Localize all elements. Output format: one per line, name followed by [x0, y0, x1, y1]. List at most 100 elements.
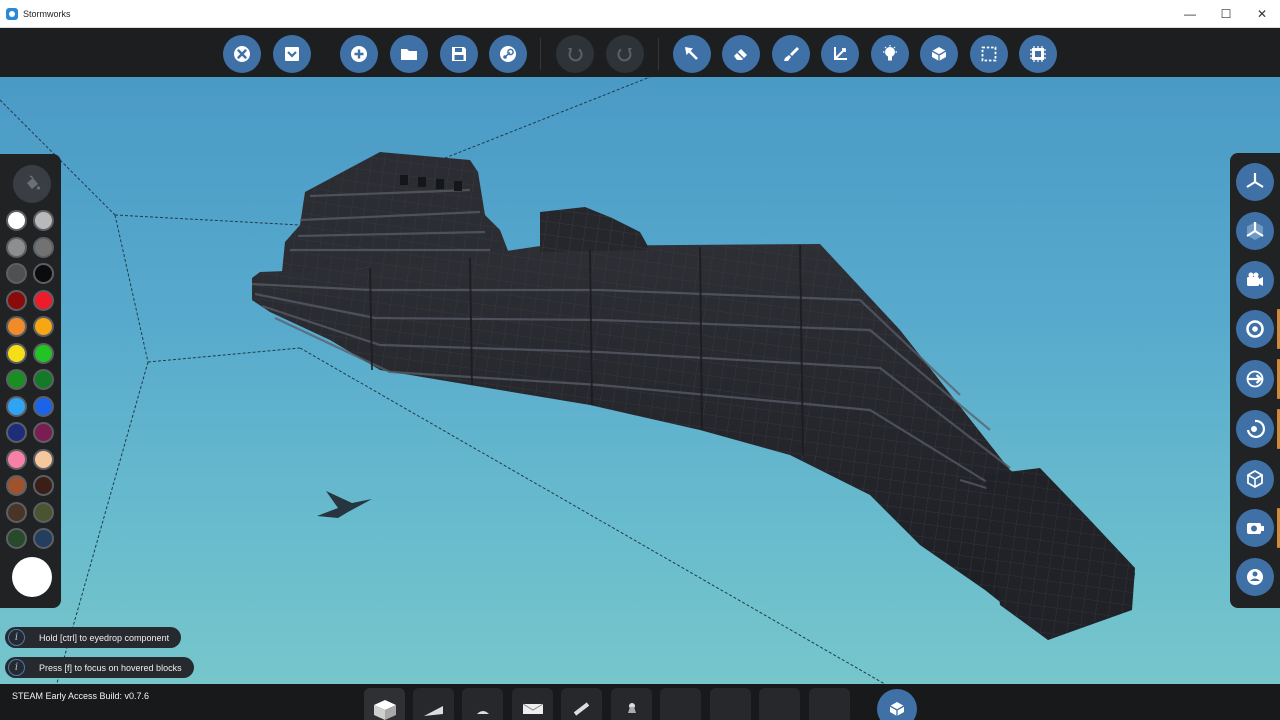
seagull-shape: [317, 491, 372, 518]
component-browser-button[interactable]: [877, 689, 917, 720]
inventory-slot-panel[interactable]: [512, 688, 553, 720]
color-swatch[interactable]: [6, 263, 27, 284]
color-swatch[interactable]: [33, 369, 54, 390]
vehicle-scene: [0, 77, 1135, 684]
color-swatch[interactable]: [6, 448, 27, 470]
paint-bucket-button[interactable]: [13, 165, 51, 203]
open-vehicle-button[interactable]: [390, 35, 428, 73]
color-swatch[interactable]: [33, 210, 54, 231]
inventory-slot-connector[interactable]: [611, 688, 652, 720]
color-swatch[interactable]: [6, 475, 27, 496]
stormworks-app-icon: [6, 7, 18, 20]
minimize-button[interactable]: —: [1172, 0, 1208, 28]
inventory-slot-empty[interactable]: [710, 688, 751, 720]
color-swatch[interactable]: [6, 369, 27, 390]
color-swatch[interactable]: [33, 475, 54, 496]
microcontroller-button[interactable]: [1019, 35, 1057, 73]
tri-axis-solid-icon: [1246, 222, 1264, 240]
maximize-button[interactable]: ☐: [1208, 0, 1244, 28]
window-title: Stormworks: [23, 8, 71, 19]
color-swatch[interactable]: [33, 236, 54, 258]
color-swatch[interactable]: [33, 342, 54, 364]
selection-box-button[interactable]: [970, 35, 1008, 73]
x-circle-icon: [234, 46, 250, 62]
eraser-icon: [734, 49, 747, 60]
undo-icon: [568, 48, 583, 62]
build-version-label: STEAM Early Access Build: v0.7.6: [12, 691, 150, 701]
hint-text: Hold [ctrl] to eyedrop component: [39, 632, 170, 643]
color-swatch[interactable]: [33, 263, 54, 284]
camera-gear-icon: [1247, 523, 1264, 534]
view-axes-button[interactable]: [1236, 163, 1274, 201]
move-tool-button[interactable]: [821, 35, 859, 73]
color-swatch[interactable]: [33, 316, 54, 337]
color-swatch[interactable]: [6, 342, 27, 364]
color-swatch[interactable]: [33, 448, 54, 470]
inventory-slot-empty[interactable]: [660, 688, 701, 720]
paint-tool-button[interactable]: [772, 35, 810, 73]
color-swatch[interactable]: [6, 395, 27, 417]
block-view-button[interactable]: [1236, 460, 1274, 498]
eraser-tool-button[interactable]: [722, 35, 760, 73]
color-swatch[interactable]: [6, 528, 27, 549]
select-tool-button[interactable]: [673, 35, 711, 73]
steam-workshop-button[interactable]: [489, 35, 527, 73]
color-swatch[interactable]: [6, 210, 27, 231]
lightbulb-icon: [883, 45, 897, 61]
logic-view-button[interactable]: [920, 35, 958, 73]
save-to-workbench-button[interactable]: [273, 35, 311, 73]
info-icon: i: [8, 659, 25, 676]
color-swatch[interactable]: [33, 501, 54, 523]
toolbar-separator: [540, 38, 541, 70]
camera-settings-button[interactable]: [1236, 509, 1274, 547]
window-titlebar: Stormworks — ☐ ✕: [0, 0, 1280, 28]
thrust-vector-button[interactable]: [1236, 360, 1274, 398]
inventory-slot-pipe[interactable]: [561, 688, 602, 720]
connector-icon: [627, 703, 636, 713]
block-icon: [373, 700, 396, 720]
inventory-slot-block[interactable]: [364, 688, 405, 720]
color-palette: [0, 154, 61, 608]
redo-button[interactable]: [606, 35, 644, 73]
inventory-slot-wedge[interactable]: [413, 688, 454, 720]
color-swatch[interactable]: [6, 316, 27, 337]
color-swatch[interactable]: [6, 422, 27, 443]
undo-button[interactable]: [556, 35, 594, 73]
top-toolbar: [0, 28, 1280, 77]
center-of-mass-button[interactable]: [1236, 310, 1274, 348]
camera-button[interactable]: [1236, 261, 1274, 299]
hint-focus: i Press [f] to focus on hovered blocks: [5, 657, 194, 678]
close-editor-button[interactable]: [223, 35, 261, 73]
rotate-icon: [1246, 419, 1266, 439]
save-vehicle-button[interactable]: [440, 35, 478, 73]
color-swatch[interactable]: [33, 395, 54, 417]
axes-icon: [834, 47, 847, 60]
close-window-button[interactable]: ✕: [1244, 0, 1280, 28]
color-swatch[interactable]: [6, 289, 27, 311]
color-swatch[interactable]: [33, 289, 54, 311]
xray-button[interactable]: [1236, 558, 1274, 596]
color-swatch[interactable]: [6, 501, 27, 523]
lighting-button[interactable]: [871, 35, 909, 73]
chip-icon: [1030, 46, 1046, 62]
view-axes-solid-button[interactable]: [1236, 212, 1274, 250]
color-swatch[interactable]: [33, 422, 54, 443]
color-swatch[interactable]: [6, 236, 27, 258]
inventory-slot-empty[interactable]: [759, 688, 800, 720]
dashed-square-icon: [981, 46, 997, 62]
folder-icon: [401, 49, 417, 60]
current-color-swatch[interactable]: [12, 557, 52, 597]
plus-icon: [351, 46, 367, 62]
info-icon: i: [8, 629, 25, 646]
inventory-slot-empty[interactable]: [809, 688, 850, 720]
xray-icon: [1247, 569, 1263, 585]
new-vehicle-button[interactable]: [340, 35, 378, 73]
editor-viewport[interactable]: [0, 77, 1280, 684]
bottom-bar: STEAM Early Access Build: v0.7.6: [0, 684, 1280, 720]
inventory-slot-slope[interactable]: [462, 688, 503, 720]
cube-icon: [1247, 469, 1263, 489]
rotation-button[interactable]: [1236, 410, 1274, 448]
steam-icon: [500, 46, 516, 62]
tri-axis-icon: [1246, 173, 1264, 188]
color-swatch[interactable]: [33, 528, 54, 549]
